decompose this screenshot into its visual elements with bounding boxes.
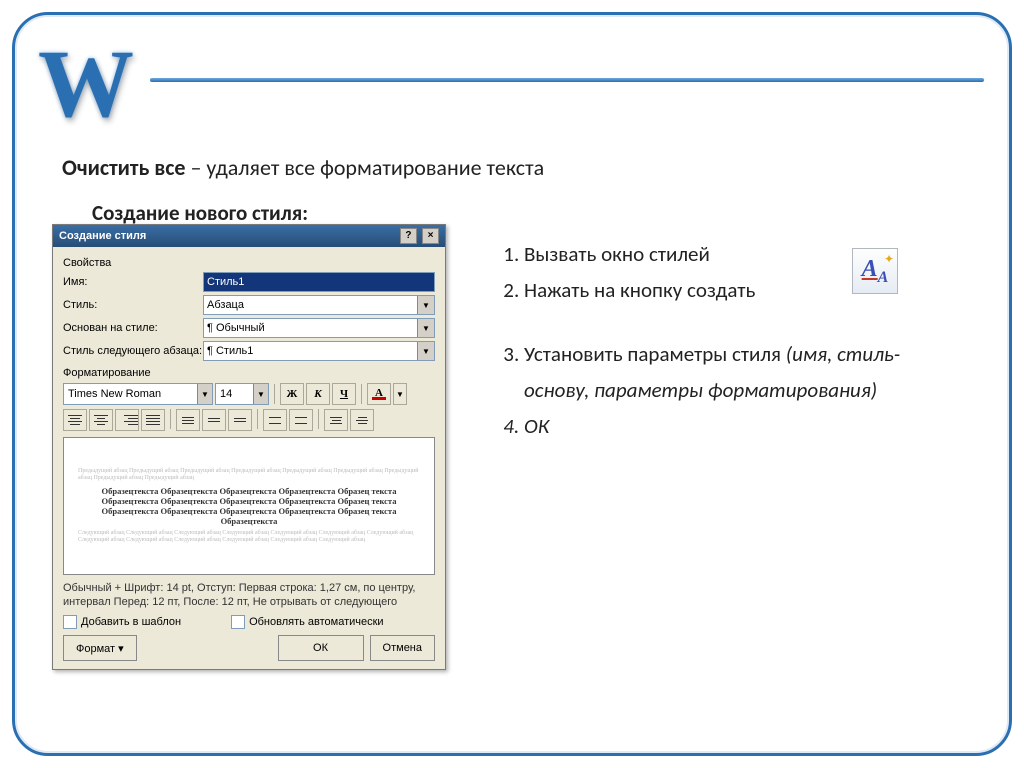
based-select[interactable]: ¶ Обычный ▼ — [203, 318, 435, 338]
style-label: Стиль: — [63, 299, 203, 311]
italic-button[interactable]: К — [306, 383, 330, 405]
next-value: ¶ Стиль1 — [207, 345, 253, 357]
font-color-button[interactable]: A — [367, 383, 391, 405]
dialog-titlebar: Создание стиля ? × — [53, 225, 445, 247]
bold-button[interactable]: Ж — [280, 383, 304, 405]
dialog-title-text: Создание стиля — [59, 230, 146, 242]
increase-indent-button[interactable] — [350, 409, 374, 431]
separator — [257, 409, 258, 429]
line-spacing-2-button[interactable] — [228, 409, 252, 431]
decrease-indent-button[interactable] — [324, 409, 348, 431]
section-properties: Свойства — [63, 257, 435, 269]
preview-next-para: Следующий абзац Следующий абзац Следующи… — [78, 530, 420, 544]
line-spacing-1-button[interactable] — [176, 409, 200, 431]
auto-update-label: Обновлять автоматически — [249, 616, 384, 628]
sparkle-icon: ✦ — [884, 252, 894, 267]
font-color-letter: A — [375, 389, 383, 397]
space-after-button[interactable] — [289, 409, 313, 431]
font-value: Times New Roman — [68, 388, 161, 400]
step-2: Нажать на кнопку создать — [524, 272, 964, 308]
style-select[interactable]: Абзаца ▼ — [203, 295, 435, 315]
separator — [361, 384, 362, 404]
cancel-button[interactable]: Отмена — [370, 635, 435, 661]
word-logo: W — [38, 28, 134, 139]
auto-update-checkbox[interactable]: Обновлять автоматически — [231, 615, 384, 629]
style-description: Обычный + Шрифт: 14 pt, Отступ: Первая с… — [63, 581, 435, 609]
style-value: Абзаца — [207, 299, 244, 311]
name-input[interactable]: Стиль1 — [203, 272, 435, 292]
font-select[interactable]: Times New Roman ▼ — [63, 383, 213, 405]
format-button[interactable]: Формат ▾ — [63, 635, 137, 661]
chevron-down-icon: ▼ — [197, 384, 212, 404]
space-before-button[interactable] — [263, 409, 287, 431]
chevron-down-icon: ▼ — [417, 342, 434, 360]
step-1: Вызвать окно стилей — [524, 236, 964, 272]
align-center-button[interactable] — [89, 409, 113, 431]
title-rest: – удаляет все форматирование текста — [185, 154, 544, 181]
paragraph-toolbar — [63, 409, 435, 431]
close-button[interactable]: × — [422, 228, 439, 244]
separator — [274, 384, 275, 404]
format-toolbar: Times New Roman ▼ 14 ▼ Ж К Ч A ▼ — [63, 383, 435, 405]
align-right-button[interactable] — [115, 409, 139, 431]
header-divider — [150, 78, 984, 82]
next-select[interactable]: ¶ Стиль1 ▼ — [203, 341, 435, 361]
next-label: Стиль следующего абзаца: — [63, 345, 203, 357]
chevron-down-icon[interactable]: ▼ — [393, 383, 407, 405]
step-3-main: Установить параметры стиля — [524, 341, 786, 367]
preview-sample-text: Образецтекста Образецтекста Образецтекст… — [78, 486, 420, 526]
size-value: 14 — [220, 388, 232, 400]
preview-prev-para: Предыдущий абзац Предыдущий абзац Предыд… — [78, 468, 420, 482]
align-left-button[interactable] — [63, 409, 87, 431]
chevron-down-icon: ▼ — [417, 319, 434, 337]
size-select[interactable]: 14 ▼ — [215, 383, 269, 405]
underline-button[interactable]: Ч — [332, 383, 356, 405]
ok-button[interactable]: ОК — [278, 635, 364, 661]
name-value: Стиль1 — [207, 276, 244, 288]
help-button[interactable]: ? — [400, 228, 417, 244]
checkbox-box — [63, 615, 77, 629]
step-3: Установить параметры стиля (имя, стиль-о… — [524, 336, 964, 408]
checkbox-box — [231, 615, 245, 629]
separator — [318, 409, 319, 429]
step-4: ОК — [524, 408, 964, 444]
add-to-template-label: Добавить в шаблон — [81, 616, 181, 628]
subtitle: Создание нового стиля: — [92, 200, 308, 226]
line-spacing-15-button[interactable] — [202, 409, 226, 431]
create-style-dialog: Создание стиля ? × Свойства Имя: Стиль1 … — [52, 224, 446, 670]
style-preview: Предыдущий абзац Предыдущий абзац Предыд… — [63, 437, 435, 575]
name-label: Имя: — [63, 276, 203, 288]
chevron-down-icon: ▼ — [253, 384, 268, 404]
title-bold: Очистить все — [62, 154, 185, 181]
separator — [170, 409, 171, 429]
chevron-down-icon: ▼ — [417, 296, 434, 314]
add-to-template-checkbox[interactable]: Добавить в шаблон — [63, 615, 181, 629]
section-formatting: Форматирование — [63, 367, 435, 379]
align-justify-button[interactable] — [141, 409, 165, 431]
font-color-swatch — [372, 397, 386, 400]
based-value: ¶ Обычный — [207, 322, 265, 334]
based-label: Основан на стиле: — [63, 322, 203, 334]
title-line: Очистить все – удаляет все форматировани… — [62, 154, 964, 181]
new-style-icon[interactable]: AA ✦ — [852, 248, 898, 294]
